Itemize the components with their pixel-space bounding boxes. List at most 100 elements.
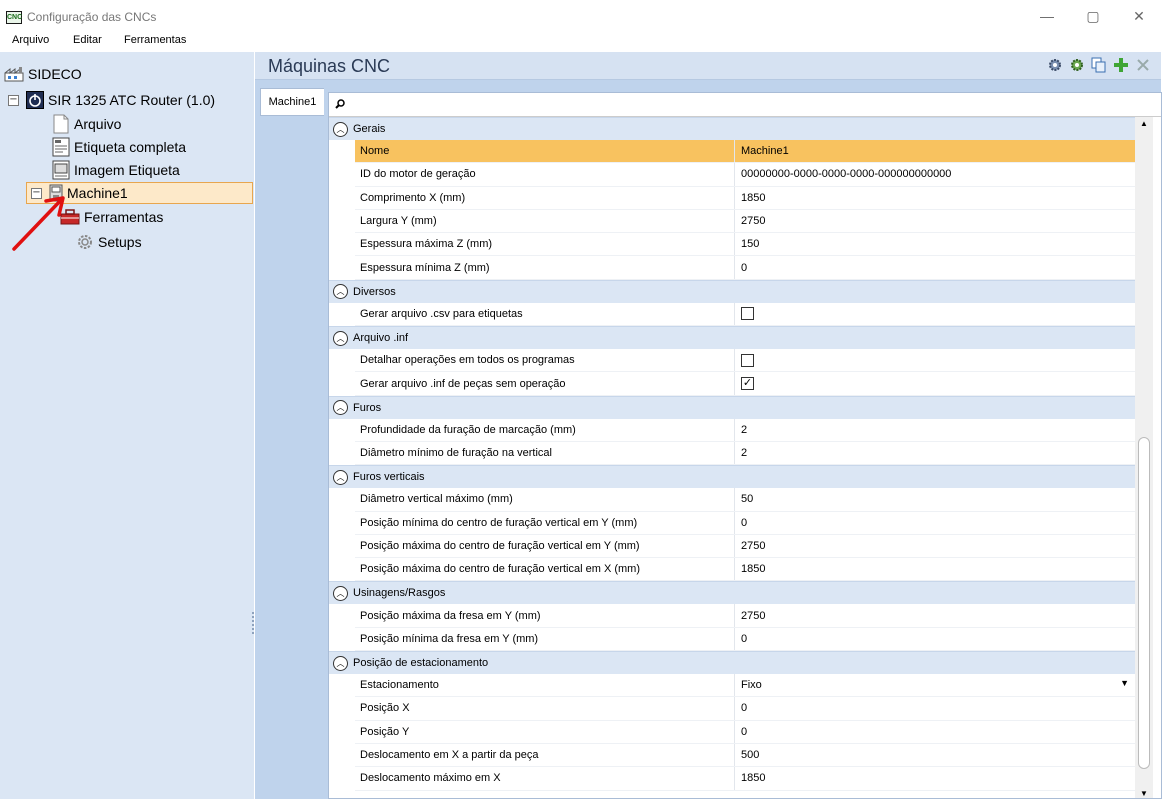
property-row[interactable]: Estacionamento Fixo ▼ [355, 674, 1135, 698]
property-value[interactable] [735, 349, 1135, 371]
property-name: Posição mínima do centro de furação vert… [355, 511, 735, 534]
scroll-up-icon[interactable]: ▲ [1140, 119, 1148, 128]
vertical-scrollbar[interactable]: ▲ ▼ [1135, 117, 1153, 798]
configure-green-gear-icon[interactable] [1069, 57, 1085, 73]
checkbox[interactable] [741, 307, 754, 321]
scroll-down-icon[interactable]: ▼ [1140, 789, 1148, 798]
property-row[interactable]: Nome Machine1 [355, 140, 1135, 164]
property-value[interactable]: 2 [735, 419, 1135, 441]
property-value[interactable]: 2 [735, 442, 1135, 464]
tree-panel: SIDECO − SIR 1325 ATC Router (1.0) Arqui… [0, 52, 254, 799]
property-value[interactable]: 2750 [735, 535, 1135, 557]
property-row[interactable]: Posição máxima do centro de furação vert… [355, 558, 1135, 582]
category-row[interactable]: ︿ Gerais [329, 117, 1135, 140]
category-row[interactable]: ︿ Furos [329, 395, 1135, 419]
property-value[interactable]: 500 [735, 744, 1135, 766]
collapse-chevron-icon[interactable]: ︿ [333, 655, 348, 671]
tree-item-etiqueta-completa[interactable]: Etiqueta completa [52, 136, 186, 158]
property-row[interactable]: Posição Y 0 [355, 720, 1135, 744]
property-row[interactable]: Posição máxima do centro de furação vert… [355, 534, 1135, 559]
tree-item-setups[interactable]: Setups [76, 231, 142, 253]
property-name: Nome [355, 140, 735, 163]
property-value-text: Machine1 [741, 145, 789, 158]
property-value[interactable]: 1850 [735, 558, 1135, 580]
property-name: Gerar arquivo .csv para etiquetas [355, 302, 735, 326]
property-row[interactable]: Posição máxima da fresa em Y (mm) 2750 [355, 604, 1135, 628]
property-row[interactable]: Diâmetro mínimo de furação na vertical 2 [355, 441, 1135, 466]
property-value[interactable]: ✓ [735, 372, 1135, 394]
category-label: Usinagens/Rasgos [353, 587, 446, 600]
property-value[interactable]: 2750 [735, 210, 1135, 232]
search-bar[interactable] [329, 93, 1161, 117]
property-value[interactable]: 150 [735, 233, 1135, 255]
add-icon[interactable] [1113, 57, 1129, 73]
checkbox[interactable] [741, 353, 754, 367]
image-label-icon [52, 160, 70, 180]
category-row[interactable]: ︿ Diversos [329, 279, 1135, 303]
property-value[interactable]: 2750 [735, 604, 1135, 626]
menu-editar[interactable]: Editar [73, 34, 102, 46]
tree-item-machine[interactable]: − SIR 1325 ATC Router (1.0) [8, 89, 215, 111]
collapse-chevron-icon[interactable]: ︿ [333, 330, 348, 346]
property-row[interactable]: Espessura máxima Z (mm) 150 [355, 233, 1135, 257]
property-row[interactable]: Diâmetro vertical máximo (mm) 50 [355, 488, 1135, 512]
property-row[interactable]: Largura Y (mm) 2750 [355, 209, 1135, 234]
property-value[interactable]: 00000000-0000-0000-0000-000000000000 [735, 163, 1135, 185]
dropdown-arrow-icon[interactable]: ▼ [1120, 678, 1129, 688]
collapse-chevron-icon[interactable]: ︿ [333, 585, 348, 601]
property-row[interactable]: Deslocamento em X a partir da peça 500 [355, 743, 1135, 768]
property-value[interactable]: 0 [735, 256, 1135, 278]
property-value[interactable]: 0 [735, 697, 1135, 719]
menu-arquivo[interactable]: Arquivo [12, 34, 49, 46]
minimize-button[interactable]: — [1024, 0, 1070, 32]
tab-machine1[interactable]: Machine1 [260, 88, 324, 116]
maximize-button[interactable]: ▢ [1070, 0, 1116, 32]
copy-icon[interactable] [1091, 57, 1107, 73]
property-value-text: Fixo [741, 679, 762, 692]
tree-item-arquivo[interactable]: Arquivo [52, 113, 121, 135]
property-value[interactable]: 1850 [735, 187, 1135, 209]
property-value[interactable]: 0 [735, 721, 1135, 743]
property-name: Posição Y [355, 720, 735, 743]
property-row[interactable]: Posição mínima da fresa em Y (mm) 0 [355, 627, 1135, 652]
property-row[interactable]: Comprimento X (mm) 1850 [355, 186, 1135, 210]
collapse-chevron-icon[interactable]: ︿ [333, 284, 348, 300]
menu-ferramentas[interactable]: Ferramentas [124, 34, 186, 46]
collapse-chevron-icon[interactable]: ︿ [333, 400, 348, 416]
property-row[interactable]: ID do motor de geração 00000000-0000-0000… [355, 163, 1135, 187]
collapse-chevron-icon[interactable]: ︿ [333, 469, 348, 485]
property-value[interactable]: 50 [735, 488, 1135, 510]
property-name: Deslocamento em X a partir da peça [355, 743, 735, 767]
collapse-chevron-icon[interactable]: ︿ [333, 121, 348, 137]
property-row[interactable]: Deslocamento máximo em X 1850 [355, 767, 1135, 791]
scrollbar-thumb[interactable] [1138, 437, 1150, 769]
property-value[interactable] [735, 303, 1135, 325]
property-row[interactable]: Profundidade da furação de marcação (mm)… [355, 418, 1135, 442]
collapse-icon[interactable]: − [8, 94, 19, 106]
property-row[interactable]: Espessura mínima Z (mm) 0 [355, 256, 1135, 280]
property-name: Diâmetro mínimo de furação na vertical [355, 441, 735, 465]
category-row[interactable]: ︿ Posição de estacionamento [329, 651, 1135, 675]
close-button[interactable]: ✕ [1116, 0, 1162, 32]
tree-item-imagem-etiqueta[interactable]: Imagem Etiqueta [52, 159, 180, 181]
property-row[interactable]: Posição mínima do centro de furação vert… [355, 511, 1135, 535]
tree-label-imagem-etiqueta: Imagem Etiqueta [74, 162, 180, 178]
property-value-text: 00000000-0000-0000-0000-000000000000 [741, 168, 952, 181]
category-row[interactable]: ︿ Arquivo .inf [329, 326, 1135, 350]
delete-icon[interactable] [1135, 57, 1151, 73]
category-row[interactable]: ︿ Furos verticais [329, 465, 1135, 489]
property-value[interactable]: 0 [735, 512, 1135, 534]
property-row[interactable]: Detalhar operações em todos os programas [355, 349, 1135, 373]
tree-item-root[interactable]: SIDECO [4, 63, 82, 85]
checkbox[interactable]: ✓ [741, 377, 754, 391]
property-row[interactable]: Posição X 0 [355, 697, 1135, 721]
property-value[interactable]: Fixo ▼ [735, 674, 1135, 696]
category-row[interactable]: ︿ Usinagens/Rasgos [329, 581, 1135, 605]
settings-gear-icon[interactable] [1047, 57, 1063, 73]
property-value[interactable]: 0 [735, 628, 1135, 650]
property-value[interactable]: Machine1 [735, 140, 1135, 162]
property-value[interactable]: 1850 [735, 767, 1135, 789]
property-row[interactable]: Gerar arquivo .csv para etiquetas [355, 302, 1135, 327]
tree-item-ferramentas[interactable]: Ferramentas [60, 206, 163, 228]
property-row[interactable]: Gerar arquivo .inf de peças sem operação… [355, 372, 1135, 396]
